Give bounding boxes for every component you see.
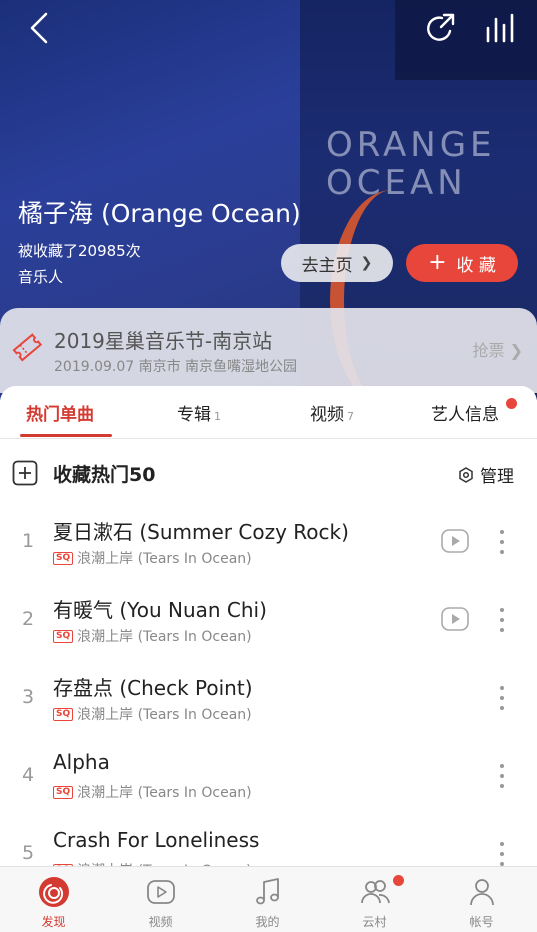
active-tab-indicator (20, 434, 112, 437)
tab-albums-count: 1 (214, 410, 221, 423)
event-banner[interactable]: 2019星巢音乐节-南京站 2019.09.07 南京市 南京鱼嘴湿地公园 抢票… (0, 308, 537, 393)
chevron-right-icon: ❯ (360, 255, 373, 271)
favorite-button[interactable]: + 收 藏 (406, 244, 518, 282)
song-title: 存盘点 (Check Point) (53, 676, 253, 700)
tab-artist-info-label: 艺人信息 (431, 405, 499, 425)
ticket-icon (12, 333, 43, 362)
more-options-icon[interactable] (494, 602, 510, 638)
more-options-icon[interactable] (494, 524, 510, 560)
nav-item-mine[interactable]: 我的 (214, 867, 321, 932)
manage-button[interactable]: 管理 (458, 462, 514, 487)
tab-videos[interactable]: 视频 7 (310, 400, 354, 425)
nav-item-community[interactable]: 云村 (321, 867, 428, 932)
discover-icon (39, 877, 69, 907)
sq-badge: SQ (53, 629, 74, 643)
sq-badge: SQ (53, 707, 74, 721)
buy-ticket-link[interactable]: 抢票 ❯ (473, 337, 524, 361)
background-logo-line2: OCEAN (326, 163, 467, 203)
song-meta: SQ浪潮上岸 (Tears In Ocean) (53, 548, 252, 568)
song-row[interactable]: 4 Alpha SQ 浪潮上岸 (Tears In Ocean) (0, 738, 537, 816)
event-subtitle: 2019.09.07 南京市 南京鱼嘴湿地公园 (54, 359, 298, 375)
artist-name: 橘子海 (Orange Ocean) (18, 199, 301, 228)
tab-hot-songs[interactable]: 热门单曲 (26, 400, 94, 425)
song-title: 夏日漱石 (Summer Cozy Rock) (53, 520, 349, 544)
nav-label: 发现 (41, 915, 66, 929)
nav-item-account[interactable]: 帐号 (428, 867, 535, 932)
play-video-icon[interactable] (440, 526, 470, 556)
manage-label: 管理 (480, 467, 514, 487)
song-meta: SQ浪潮上岸 (Tears In Ocean) (53, 704, 252, 724)
bottom-navigation: 发现 视频 我的 云村 帐号 (0, 866, 537, 932)
more-options-icon[interactable] (494, 680, 510, 716)
song-index: 4 (21, 764, 35, 786)
tab-artist-info[interactable]: 艺人信息 (431, 400, 499, 425)
sq-badge: SQ (53, 551, 74, 565)
nav-item-video[interactable]: 视频 (107, 867, 214, 932)
background-logo: ORANGE OCEAN (326, 126, 496, 202)
song-title: Crash For Loneliness (53, 828, 260, 852)
song-album: 浪潮上岸 (Tears In Ocean) (77, 785, 252, 801)
music-note-icon (256, 878, 279, 905)
song-row[interactable]: 1 夏日漱石 (Summer Cozy Rock) SQ 浪潮上岸 (Tears … (0, 504, 537, 582)
plus-icon: + (428, 250, 447, 275)
settings-icon (459, 466, 473, 483)
nav-label: 我的 (255, 915, 280, 929)
friends-icon (361, 880, 390, 904)
song-meta: SQ浪潮上岸 (Tears In Ocean) (53, 782, 252, 802)
tab-videos-count: 7 (347, 410, 354, 423)
back-icon[interactable] (24, 10, 54, 46)
song-row[interactable]: 3 存盘点 (Check Point) SQ 浪潮上岸 (Tears In Oce… (0, 660, 537, 738)
video-icon (147, 880, 175, 904)
share-icon[interactable] (424, 11, 458, 45)
song-row[interactable]: 2 有暖气 (You Nuan Chi) SQ 浪潮上岸 (Tears In Oc… (0, 582, 537, 660)
song-album: 浪潮上岸 (Tears In Ocean) (77, 551, 252, 567)
nav-label: 帐号 (469, 915, 494, 929)
event-title: 2019星巢音乐节-南京站 (54, 329, 273, 353)
song-album: 浪潮上岸 (Tears In Ocean) (77, 629, 252, 645)
song-meta: SQ浪潮上岸 (Tears In Ocean) (53, 626, 252, 646)
artist-role: 音乐人 (18, 268, 64, 286)
song-album: 浪潮上岸 (Tears In Ocean) (77, 707, 252, 723)
add-to-collection-icon[interactable] (12, 460, 38, 486)
song-index: 5 (21, 842, 35, 864)
nav-label: 视频 (148, 915, 173, 929)
tab-bar: 热门单曲 专辑 1 视频 7 艺人信息 (0, 386, 537, 439)
nav-label: 云村 (362, 915, 387, 929)
favorite-button-label: 收 藏 (456, 255, 496, 276)
account-icon (470, 879, 494, 906)
homepage-button-label: 去主页 (301, 255, 353, 276)
tab-hot-songs-label: 热门单曲 (26, 405, 94, 425)
more-options-icon[interactable] (494, 758, 510, 794)
song-index: 1 (21, 530, 35, 552)
tab-albums-label: 专辑 (177, 405, 211, 425)
song-title: Alpha (53, 750, 110, 774)
nav-item-discover[interactable]: 发现 (0, 867, 107, 932)
favorite-count: 被收藏了20985次 (18, 242, 141, 260)
tab-videos-label: 视频 (310, 405, 344, 425)
sq-badge: SQ (53, 785, 74, 799)
tab-albums[interactable]: 专辑 1 (177, 400, 221, 425)
background-logo-line1: ORANGE (326, 125, 496, 165)
notification-dot (393, 875, 404, 886)
play-video-icon[interactable] (440, 604, 470, 634)
song-index: 2 (21, 608, 35, 630)
collect-hot-row: 收藏热门50 管理 (0, 444, 537, 500)
equalizer-icon[interactable] (484, 13, 518, 43)
song-index: 3 (21, 686, 35, 708)
homepage-button[interactable]: 去主页 ❯ (281, 244, 393, 282)
collect-hot-50-button[interactable]: 收藏热门50 (53, 460, 155, 487)
song-title: 有暖气 (You Nuan Chi) (53, 598, 267, 622)
notification-dot (506, 398, 517, 409)
